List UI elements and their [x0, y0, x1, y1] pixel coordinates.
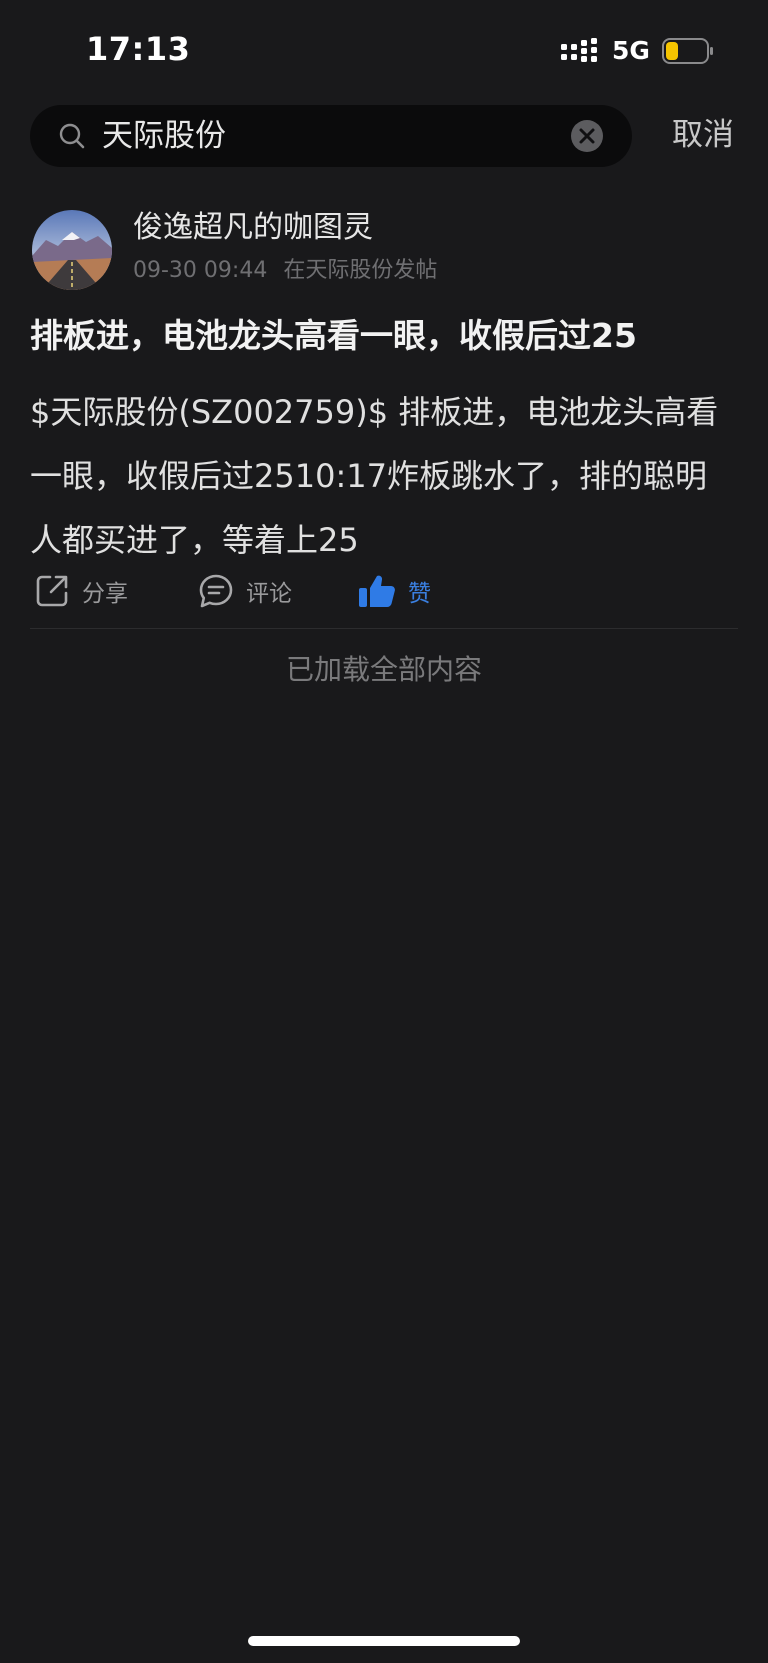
clear-search-icon[interactable] [570, 119, 604, 153]
search-input[interactable]: 天际股份 [30, 105, 632, 167]
cellular-signal-icon [561, 38, 597, 62]
post-body[interactable]: $天际股份(SZ002759)$ 排板进，电池龙头高看一眼，收假后过2510:1… [30, 380, 730, 572]
share-label: 分享 [82, 581, 128, 607]
status-time: 17:13 [86, 30, 191, 68]
divider [30, 628, 738, 629]
comment-button[interactable]: 评论 [198, 566, 292, 616]
battery-icon [662, 38, 713, 64]
author-name[interactable]: 俊逸超凡的咖图灵 [133, 209, 373, 247]
post-actions: 分享 评论 赞 [30, 566, 738, 616]
search-icon [59, 123, 85, 149]
home-indicator[interactable] [248, 1636, 520, 1646]
status-bar: 17:13 5G [0, 0, 768, 100]
avatar-image [32, 210, 112, 290]
like-button[interactable]: 赞 [358, 566, 431, 616]
comment-icon [199, 574, 233, 608]
thumbs-up-icon [359, 575, 395, 607]
search-query[interactable]: 天际股份 [102, 117, 226, 155]
avatar[interactable] [32, 210, 112, 290]
share-icon [36, 575, 68, 607]
like-label: 赞 [408, 581, 431, 607]
post-meta: 09-30 09:44 在天际股份发帖 [133, 257, 437, 285]
loaded-all-text: 已加载全部内容 [285, 653, 482, 686]
cancel-button[interactable]: 取消 [672, 116, 734, 154]
post-location: 在天际股份发帖 [283, 258, 438, 283]
network-type: 5G [612, 36, 650, 65]
comment-label: 评论 [246, 581, 292, 607]
post-timestamp: 09-30 09:44 [133, 258, 268, 283]
share-button[interactable]: 分享 [34, 566, 128, 616]
post-title[interactable]: 排板进，电池龙头高看一眼，收假后过25 [30, 313, 740, 359]
